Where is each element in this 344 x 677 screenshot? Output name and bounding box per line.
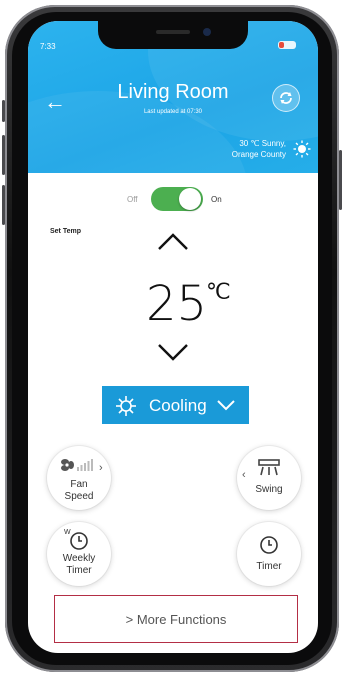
power-side-button [339, 150, 342, 210]
battery-icon [278, 41, 296, 49]
fan-speed-button[interactable]: › Fan Speed [47, 446, 111, 510]
fan-speed-label-line2: Speed [64, 491, 94, 502]
weekly-timer-button[interactable]: W Weekly Timer [47, 522, 111, 586]
power-toggle-row: Off On [28, 184, 318, 212]
volume-down-button [2, 185, 5, 225]
last-updated: Last updated at 07:30 [143, 109, 203, 115]
set-temp-label: Set Temp [50, 228, 81, 235]
weather-info: 30 ℃ Sunny, Orange County [232, 138, 286, 160]
refresh-button[interactable] [272, 84, 300, 112]
chevron-left-icon: ‹ [242, 469, 246, 481]
volume-button [2, 100, 5, 122]
refresh-icon [280, 92, 292, 104]
temp-down-button[interactable] [157, 343, 189, 363]
swing-label: Swing [255, 484, 283, 495]
clock-icon [260, 536, 278, 554]
weekly-timer-label: Weekly Timer [47, 553, 111, 577]
weather-location: Orange County [231, 150, 286, 159]
power-toggle[interactable] [151, 187, 203, 211]
chevron-right-icon: › [99, 462, 103, 474]
timer-button[interactable]: Timer [237, 522, 301, 586]
weather-temp: 30 ℃ Sunny, [239, 139, 286, 148]
front-camera [203, 28, 211, 36]
temperature-value: 25 [146, 276, 208, 332]
clock-icon [70, 532, 88, 550]
timer-label: Timer [256, 561, 282, 572]
notch [98, 21, 248, 49]
sun-icon [293, 140, 311, 158]
snowflake-gear-icon [116, 396, 136, 416]
app-screen: 7:33 ← Living Room Last updated at 07:30… [28, 21, 318, 653]
swing-icon [258, 459, 280, 476]
power-on-label: On [211, 195, 222, 204]
header: 7:33 ← Living Room Last updated at 07:30… [28, 21, 318, 173]
fan-icon [61, 459, 93, 471]
mode-label: Cooling [149, 396, 207, 415]
fan-speed-label-line1: Fan [70, 479, 88, 490]
toggle-knob [179, 188, 201, 210]
weekly-timer-label-line2: Timer [66, 565, 92, 576]
fan-speed-label: Fan Speed [47, 479, 111, 503]
mode-dropdown[interactable]: Cooling [102, 386, 249, 424]
volume-up-button [2, 135, 5, 175]
more-functions-text: More Functions [136, 612, 227, 627]
more-functions-button[interactable]: > More Functions [54, 595, 298, 643]
chevron-down-icon [217, 400, 235, 411]
temperature-unit: ℃ [206, 279, 231, 304]
more-functions-label: > More Functions [55, 612, 297, 627]
chevron-right-icon: > [125, 612, 137, 627]
weekly-timer-label-line1: Weekly [62, 553, 96, 564]
speaker [156, 30, 190, 34]
status-time: 7:33 [40, 42, 56, 51]
temp-up-button[interactable] [157, 231, 189, 251]
swing-button[interactable]: ‹ Swing [237, 446, 301, 510]
power-off-label: Off [127, 195, 138, 204]
